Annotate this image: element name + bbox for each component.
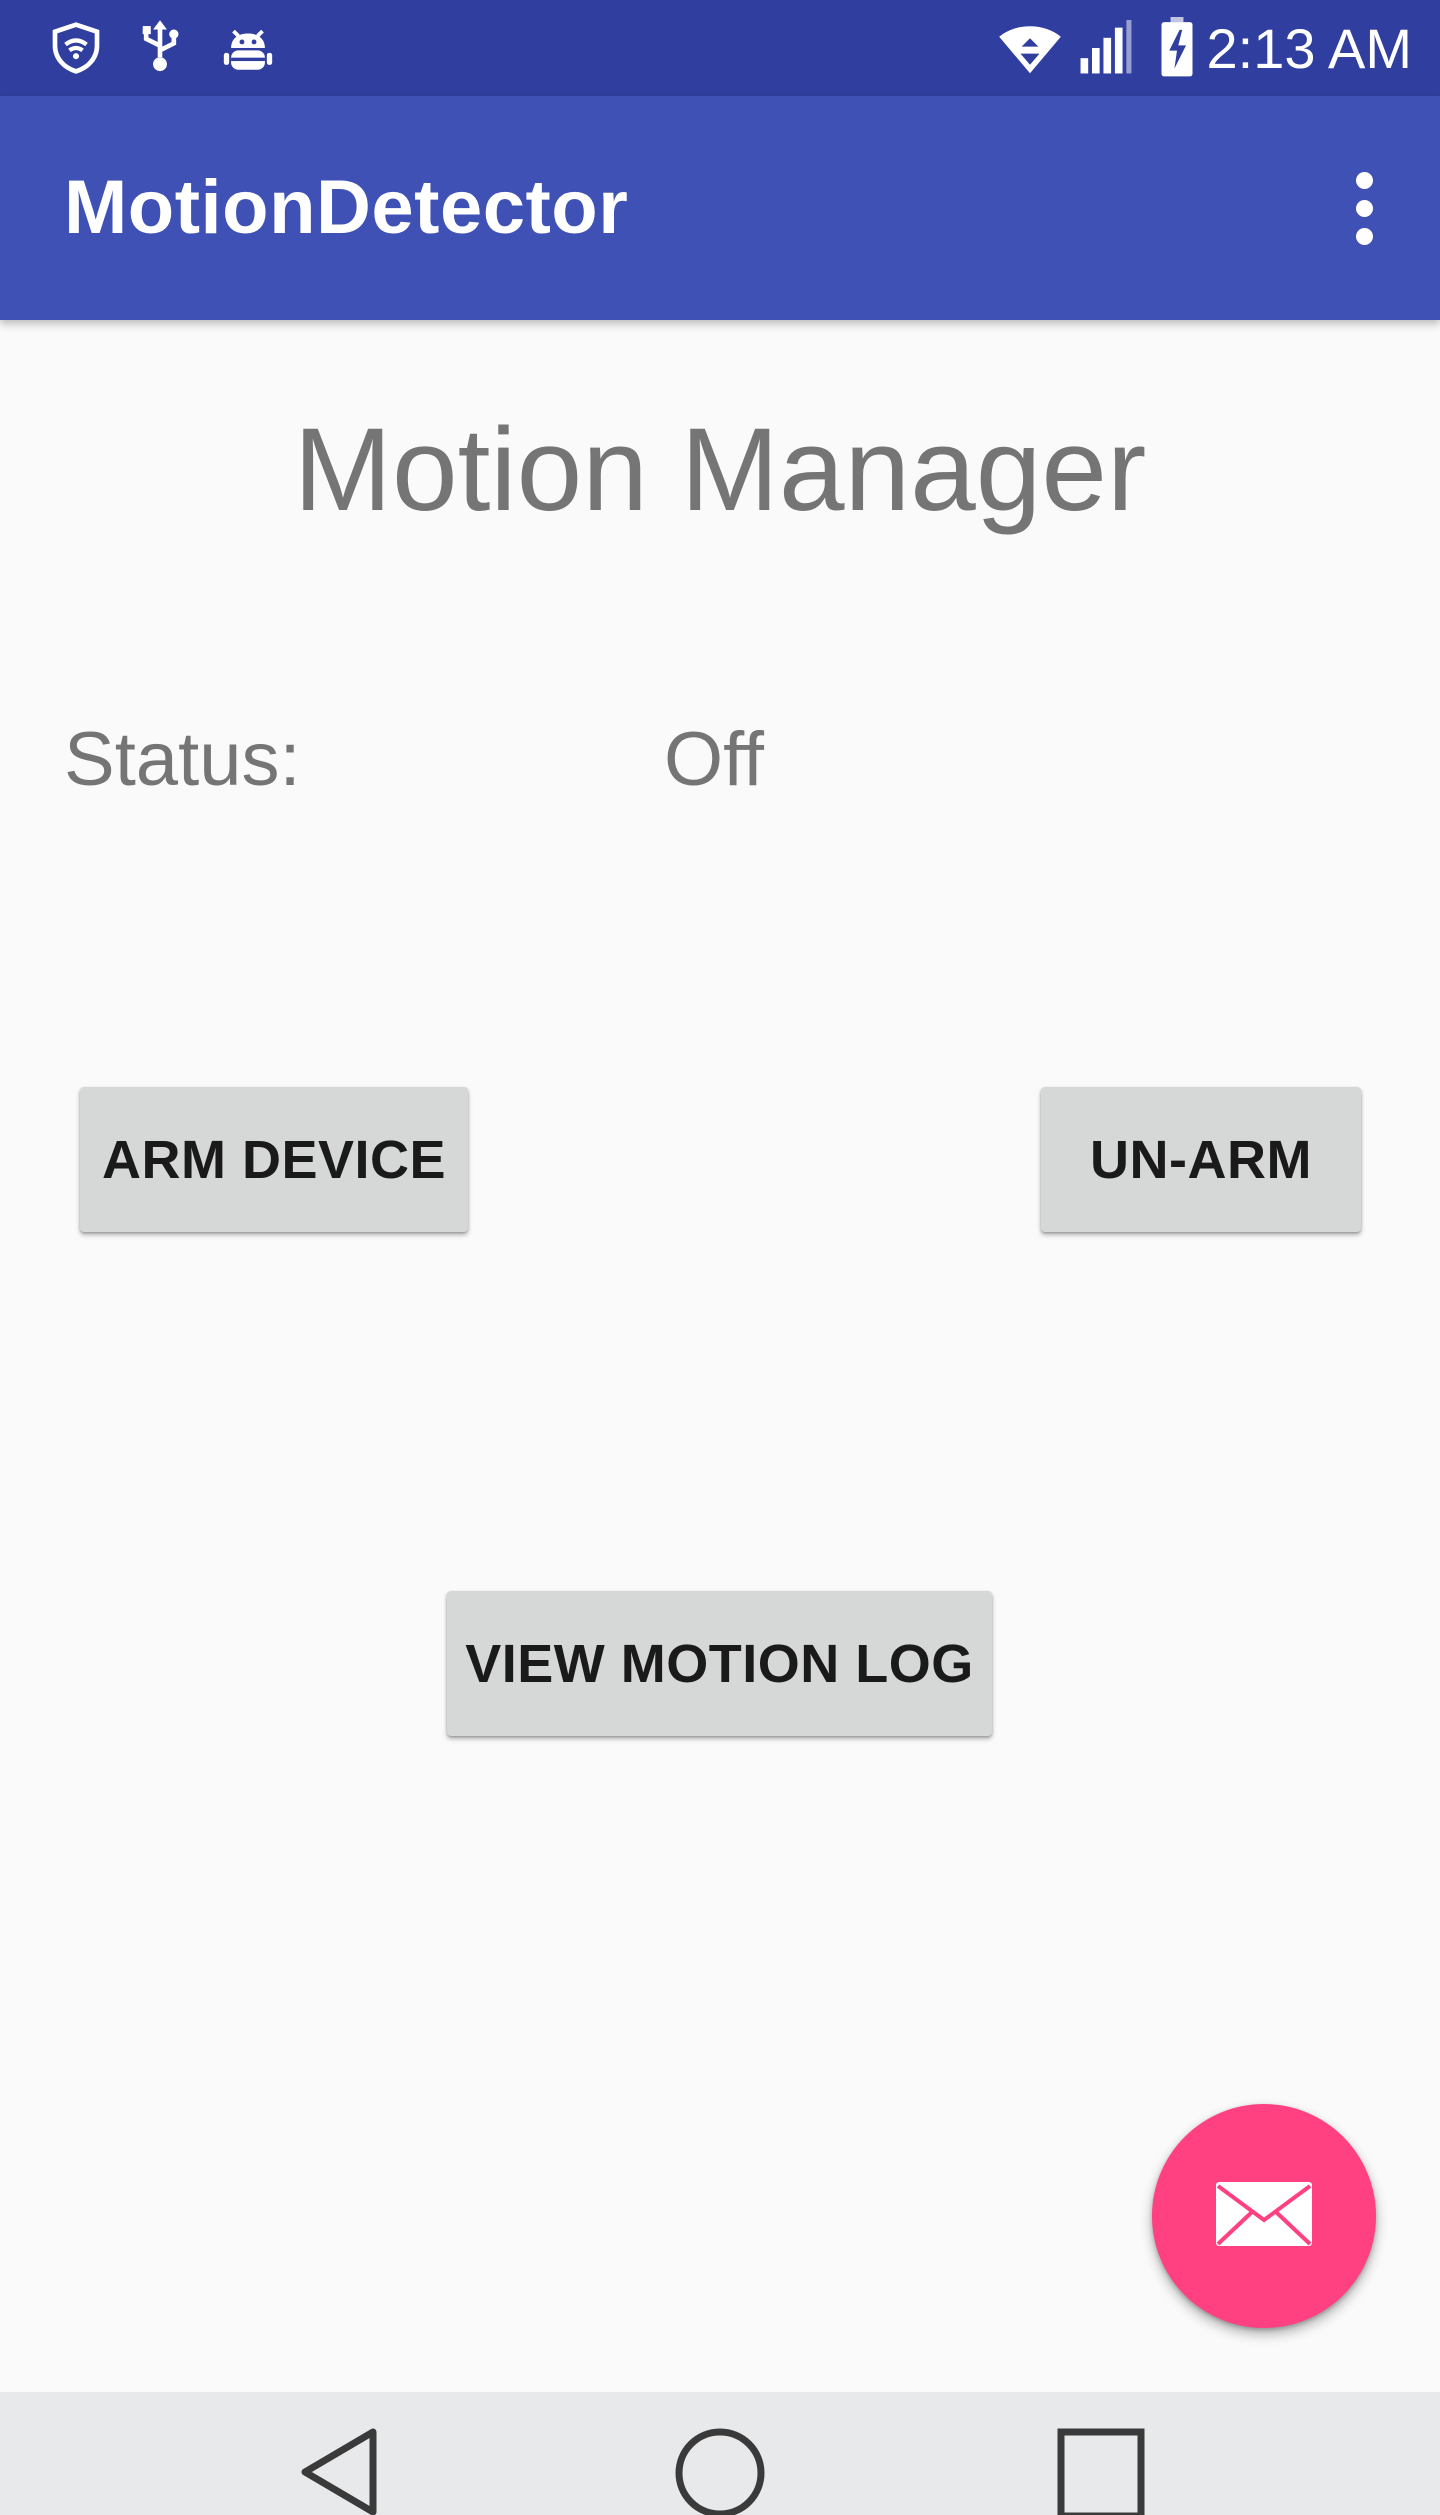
recents-icon[interactable] [1052, 2426, 1152, 2515]
arm-device-button[interactable]: ARM DEVICE [80, 1087, 468, 1232]
battery-charging-icon [1152, 17, 1202, 78]
app-bar: MotionDetector [0, 96, 1440, 320]
more-dot [1355, 227, 1373, 245]
usb-icon [132, 18, 188, 78]
screen: 2:13 AM MotionDetector Motion Manager St… [0, 0, 1440, 2515]
more-vert-icon[interactable] [1332, 158, 1396, 258]
more-dot [1355, 171, 1373, 189]
shield-wifi-icon [44, 18, 108, 78]
app-title: MotionDetector [64, 165, 629, 250]
page-heading: Motion Manager [293, 404, 1147, 536]
view-motion-log-button[interactable]: VIEW MOTION LOG [447, 1591, 992, 1736]
navigation-bar [0, 2392, 1440, 2515]
status-value: Off [664, 717, 764, 802]
email-icon [1214, 2180, 1314, 2253]
wifi-icon [994, 18, 1066, 78]
signal-icon [1074, 18, 1138, 78]
android-debug-icon [216, 18, 280, 78]
home-icon[interactable] [670, 2426, 770, 2515]
status-time: 2:13 AM [1206, 17, 1412, 80]
status-label: Status: [64, 717, 301, 802]
back-icon[interactable] [290, 2426, 390, 2515]
email-fab-button[interactable] [1152, 2104, 1376, 2328]
unarm-button[interactable]: UN-ARM [1041, 1087, 1361, 1232]
status-bar: 2:13 AM [0, 0, 1440, 96]
more-dot [1355, 199, 1373, 217]
